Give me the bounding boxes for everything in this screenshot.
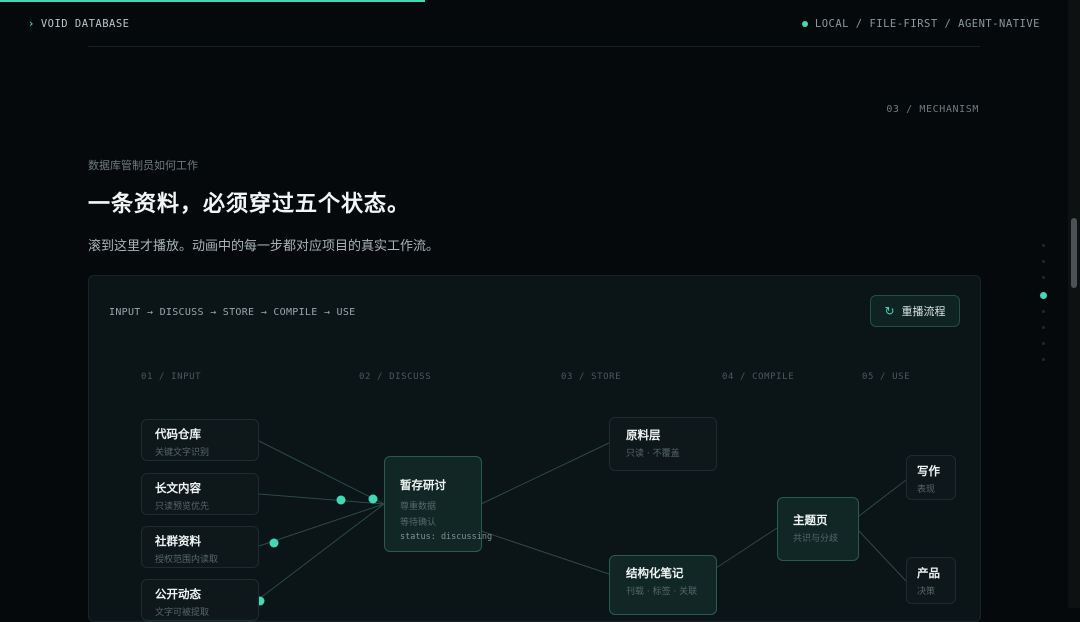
node-subtitle: 尊重数据 [400,502,437,512]
section-eyebrow: 数据库管制员如何工作 [88,159,198,172]
flow-particle [368,494,378,504]
use-node-writing[interactable]: 写作 表现 [906,455,956,500]
brand[interactable]: › VOID DATABASE [28,18,130,30]
input-node-community[interactable]: 社群资料 授权范围内读取 [141,526,259,568]
use-node-product[interactable]: 产品 决策 [906,557,956,604]
status-dot-icon [801,21,808,27]
node-title: 产品 [917,566,940,580]
link-input-3 [258,503,385,547]
section-nav-dot[interactable] [1042,260,1045,263]
link-input-4 [258,503,385,600]
input-node-public-feed[interactable]: 公开动态 文字可被提取 [141,579,259,621]
section-subtitle: 滚到这里才播放。动画中的每一步都对应项目的真实工作流。 [88,239,440,254]
node-title: 公开动态 [155,587,201,601]
node-subtitle: 文字可被提取 [155,608,210,618]
node-title: 主题页 [793,513,828,527]
link-notes-topic [715,527,778,569]
node-title: 原料层 [626,428,661,442]
node-subtitle: 关键文字识别 [155,448,210,458]
link-topic-write [858,479,907,517]
store-node-raw-layer[interactable]: 原料层 只读 · 不覆盖 [609,417,717,471]
header-divider [88,46,980,47]
node-title: 写作 [917,464,940,478]
section-title: 一条资料，必须穿过五个状态。 [88,191,411,217]
node-subtitle: 表现 [917,485,936,495]
input-node-code-repo[interactable]: 代码仓库 关键文字识别 [141,419,259,461]
link-discuss-raw [480,442,610,505]
mode-indicator: LOCAL / FILE-FIRST / AGENT-NATIVE [801,18,1040,30]
mode-label: LOCAL / FILE-FIRST / AGENT-NATIVE [814,18,1040,30]
node-subtitle: 只读 · 不覆盖 [626,449,680,459]
mechanism-panel: INPUT → DISCUSS → STORE → COMPILE → USE … [88,275,981,622]
scrollbar-thumb[interactable] [1071,218,1077,288]
section-nav-dot-active[interactable] [1040,292,1047,299]
chevron-right-icon: › [28,18,35,30]
section-number: 03 / MECHANISM [886,104,979,115]
link-topic-product [858,530,907,582]
link-discuss-notes [480,530,610,575]
node-subtitle: 决策 [917,587,936,597]
node-subtitle: 只读预览优先 [155,502,210,512]
node-title: 结构化笔记 [626,566,684,580]
discuss-node-staging[interactable]: 暂存研讨 尊重数据 等待确认 status: discussing [384,456,493,552]
brand-label: VOID DATABASE [40,18,130,30]
node-subtitle: 刊载 · 标签 · 关联 [626,587,698,597]
section-nav-dot[interactable] [1042,342,1045,345]
top-bar: › VOID DATABASE LOCAL / FILE-FIRST / AGE… [28,16,1040,32]
link-input-1 [258,440,385,505]
flow-particle [269,538,279,548]
section-nav-dot[interactable] [1042,244,1045,247]
node-title: 社群资料 [155,534,201,548]
section-nav-dot[interactable] [1042,358,1045,361]
node-title: 暂存研讨 [400,478,446,492]
scroll-progress-bar [0,0,425,2]
section-nav-dot[interactable] [1042,326,1045,329]
link-input-2 [258,493,385,505]
section-nav-dot[interactable] [1042,310,1045,313]
input-node-longform[interactable]: 长文内容 只读预览优先 [141,473,259,515]
node-subtitle: 共识与分歧 [793,534,839,544]
compile-node-topic-page[interactable]: 主题页 共识与分歧 [777,497,859,561]
node-status: status: discussing [400,532,493,542]
store-node-structured-notes[interactable]: 结构化笔记 刊载 · 标签 · 关联 [609,555,717,615]
node-subtitle: 等待确认 [400,518,437,528]
flow-particle [336,495,346,505]
section-nav-dot[interactable] [1042,276,1045,279]
page-scrollbar[interactable] [1068,0,1080,608]
node-subtitle: 授权范围内读取 [155,555,219,565]
node-title: 代码仓库 [155,427,201,441]
node-title: 长文内容 [155,481,201,495]
